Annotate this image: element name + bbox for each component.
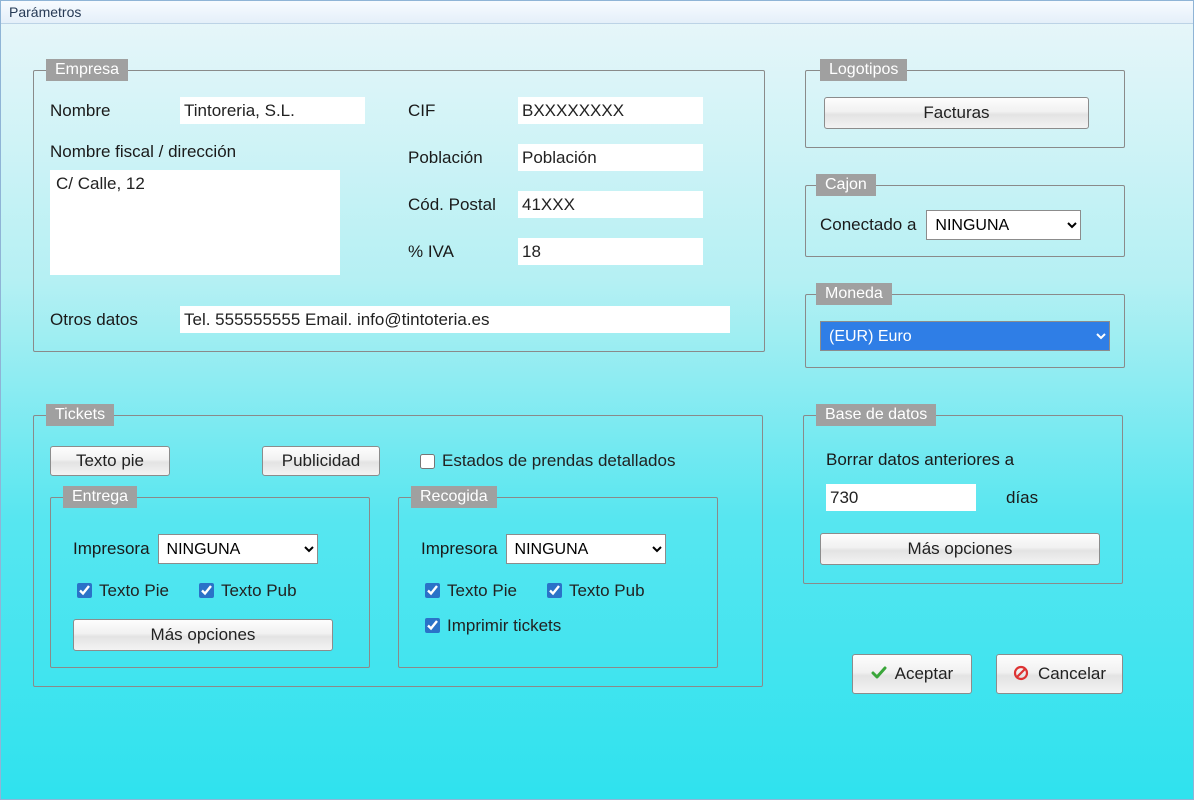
poblacion-field[interactable] — [518, 144, 703, 171]
cajon-select[interactable]: NINGUNA — [926, 210, 1081, 240]
cancel-icon — [1013, 665, 1029, 681]
cp-label: Cód. Postal — [408, 195, 518, 215]
basedatos-mas-opciones-button[interactable]: Más opciones — [820, 533, 1100, 565]
entrega-texto-pie-checkbox[interactable]: Texto Pie — [73, 580, 169, 601]
logotipos-group: Logotipos Facturas — [805, 59, 1125, 148]
recogida-texto-pie-checkbox[interactable]: Texto Pie — [421, 580, 517, 601]
tickets-group: Tickets Texto pie Publicidad Estados de … — [33, 404, 763, 687]
nombre-field[interactable] — [180, 97, 365, 124]
fiscal-label: Nombre fiscal / dirección — [50, 142, 400, 162]
cif-label: CIF — [408, 101, 518, 121]
estados-label: Estados de prendas detallados — [442, 451, 675, 471]
empresa-group: Empresa Nombre Nombre fiscal / dirección — [33, 59, 765, 352]
estados-checkbox[interactable]: Estados de prendas detallados — [416, 451, 675, 472]
basedatos-legend: Base de datos — [816, 404, 936, 426]
cp-field[interactable] — [518, 191, 703, 218]
tickets-legend: Tickets — [46, 404, 114, 426]
basedatos-group: Base de datos Borrar datos anteriores a … — [803, 404, 1123, 584]
borrar-label: Borrar datos anteriores a — [826, 450, 1106, 470]
window-title: Parámetros — [9, 4, 81, 20]
otros-label: Otros datos — [50, 310, 180, 330]
dias-label: días — [1006, 488, 1038, 508]
fiscal-field[interactable] — [50, 170, 340, 275]
publicidad-button[interactable]: Publicidad — [262, 446, 380, 476]
cif-field[interactable] — [518, 97, 703, 124]
moneda-legend: Moneda — [816, 283, 892, 305]
entrega-legend: Entrega — [63, 486, 137, 508]
facturas-button[interactable]: Facturas — [824, 97, 1089, 129]
entrega-impresora-select[interactable]: NINGUNA — [158, 534, 318, 564]
titlebar: Parámetros — [1, 1, 1193, 24]
empresa-legend: Empresa — [46, 59, 128, 81]
entrega-texto-pub-checkbox[interactable]: Texto Pub — [195, 580, 297, 601]
entrega-group: Entrega Impresora NINGUNA Texto Pie — [50, 486, 370, 668]
cajon-legend: Cajon — [816, 174, 876, 196]
entrega-impresora-label: Impresora — [73, 539, 150, 559]
cancelar-button[interactable]: Cancelar — [996, 654, 1123, 694]
recogida-impresora-select[interactable]: NINGUNA — [506, 534, 666, 564]
texto-pie-button[interactable]: Texto pie — [50, 446, 170, 476]
recogida-legend: Recogida — [411, 486, 497, 508]
moneda-group: Moneda (EUR) Euro — [805, 283, 1125, 368]
recogida-imprimir-checkbox[interactable]: Imprimir tickets — [421, 615, 561, 636]
client-area: Empresa Nombre Nombre fiscal / dirección — [1, 25, 1193, 799]
conectado-label: Conectado a — [820, 215, 916, 235]
otros-field[interactable] — [180, 306, 730, 333]
recogida-texto-pub-checkbox[interactable]: Texto Pub — [543, 580, 645, 601]
moneda-select[interactable]: (EUR) Euro — [820, 321, 1110, 351]
nombre-label: Nombre — [50, 101, 180, 121]
recogida-impresora-label: Impresora — [421, 539, 498, 559]
cajon-group: Cajon Conectado a NINGUNA — [805, 174, 1125, 257]
window: Parámetros Empresa Nombre Nombre fiscal … — [0, 0, 1194, 800]
iva-field[interactable] — [518, 238, 703, 265]
dias-field[interactable] — [826, 484, 976, 511]
check-icon — [871, 665, 887, 681]
poblacion-label: Población — [408, 148, 518, 168]
logotipos-legend: Logotipos — [820, 59, 907, 81]
iva-label: % IVA — [408, 242, 518, 262]
recogida-group: Recogida Impresora NINGUNA Texto Pie — [398, 486, 718, 668]
aceptar-button[interactable]: Aceptar — [852, 654, 972, 694]
entrega-mas-opciones-button[interactable]: Más opciones — [73, 619, 333, 651]
